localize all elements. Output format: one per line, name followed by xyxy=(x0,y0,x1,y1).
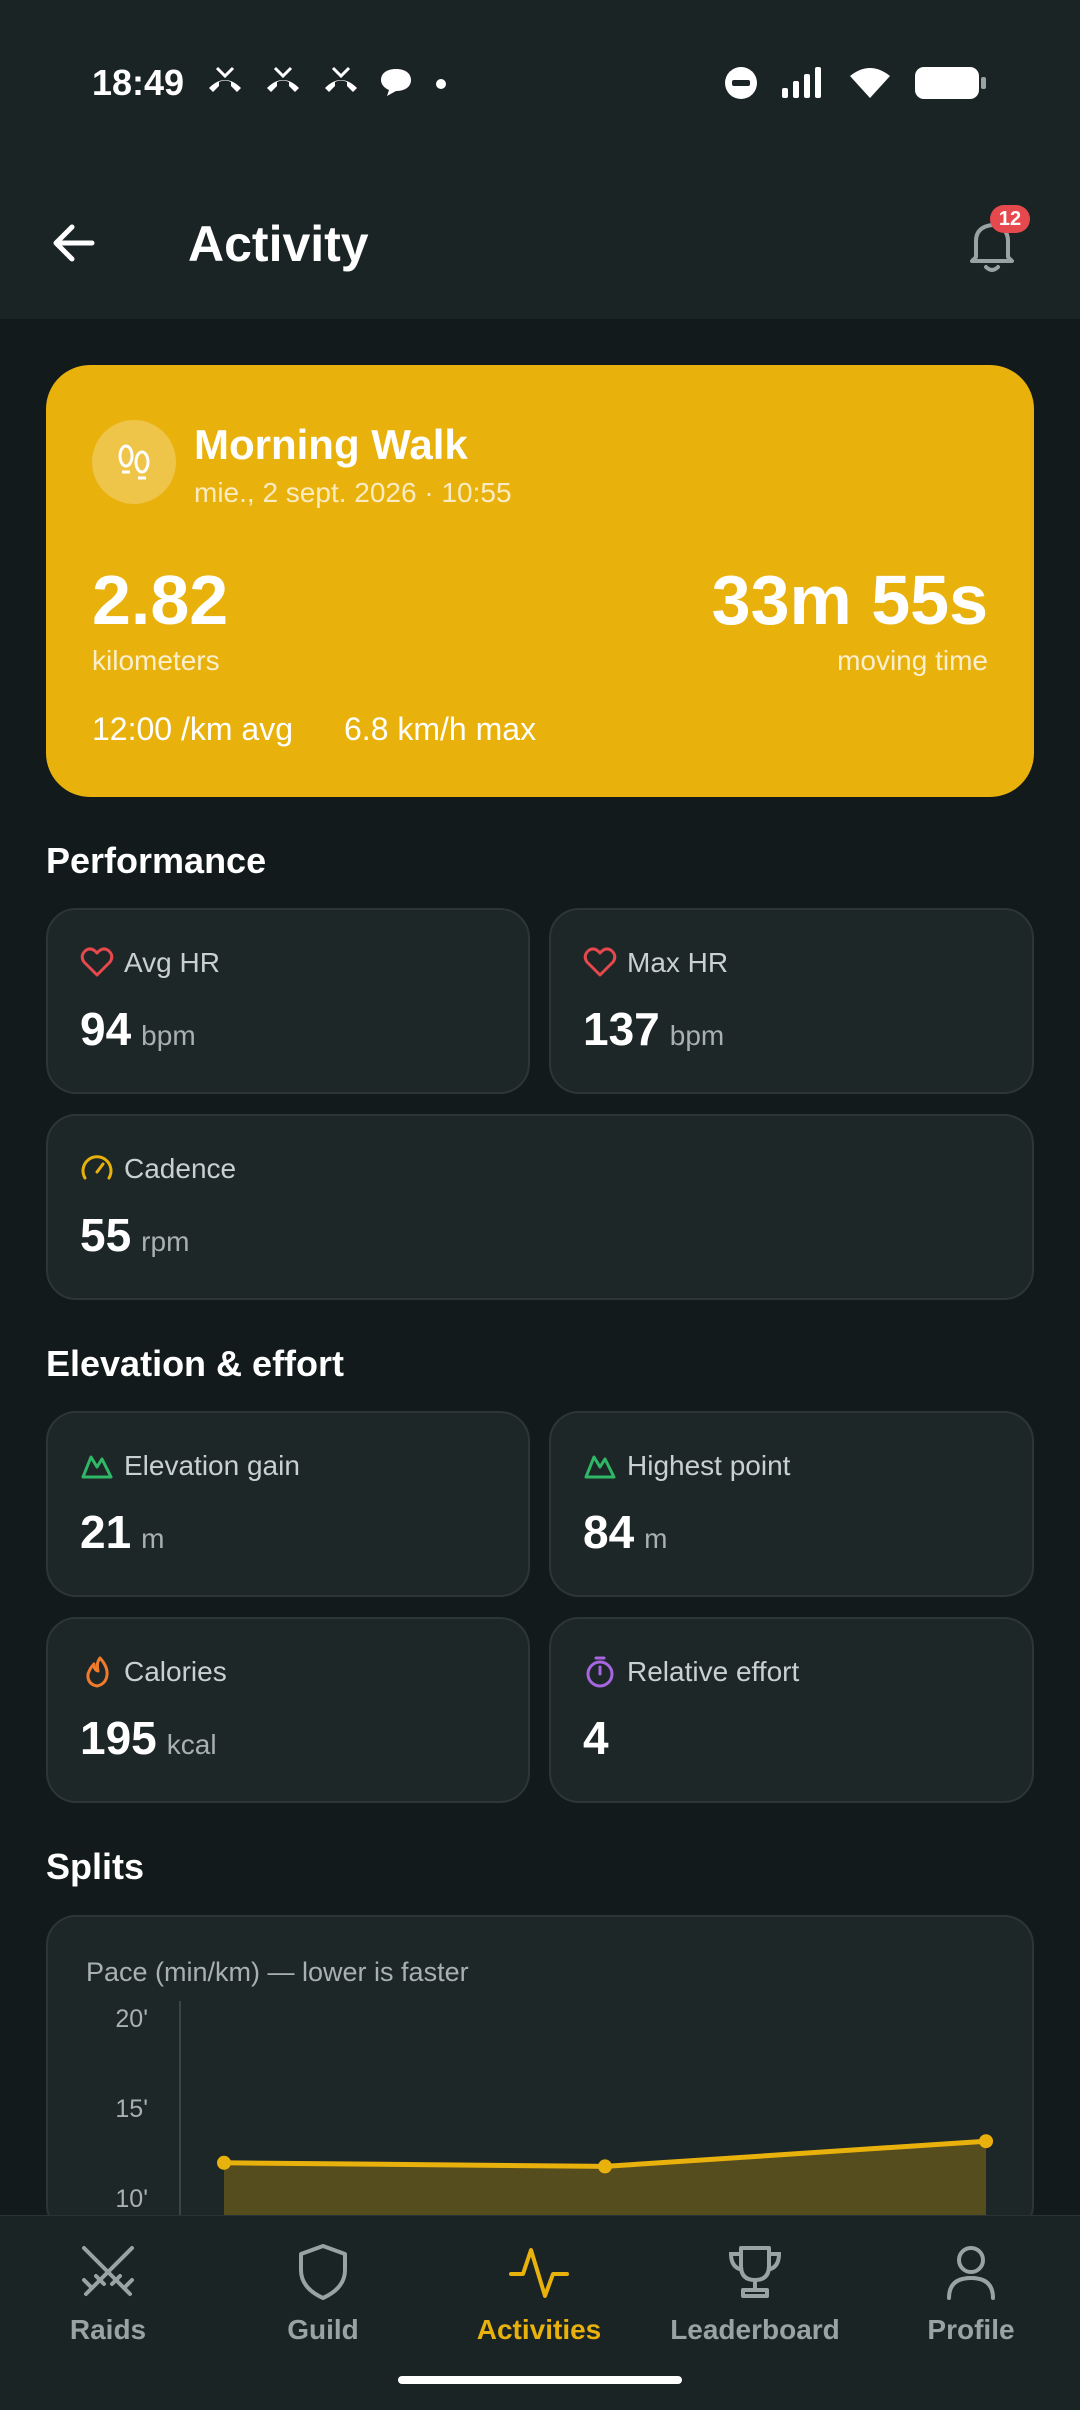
stat-label: Highest point xyxy=(627,1450,791,1481)
section-title-performance: Performance xyxy=(46,840,267,881)
page-title: Activity xyxy=(188,216,369,272)
pace-chart: 20' 15' 10' xyxy=(115,2001,993,2233)
stat-label: Cadence xyxy=(124,1153,237,1184)
stat-unit: m xyxy=(141,1523,165,1554)
activity-summary-card: Morning Walk mie., 2 sept. 2026 · 10:55 … xyxy=(46,365,1034,797)
nav-label: Profile xyxy=(927,2314,1015,2345)
heart-icon xyxy=(80,947,114,977)
pace-point[interactable] xyxy=(979,2134,993,2149)
heart-icon xyxy=(583,947,617,977)
stat-value: 94 xyxy=(80,1003,132,1055)
stat-label: Relative effort xyxy=(627,1656,800,1687)
distance-value: 2.82 xyxy=(92,561,229,639)
stat-unit: kcal xyxy=(166,1729,217,1760)
shield-icon xyxy=(299,2244,347,2300)
nav-item-activities[interactable]: Activities xyxy=(439,2240,639,2346)
signal-icon xyxy=(782,67,821,98)
dot-icon xyxy=(436,79,446,89)
missed-call-icon xyxy=(267,66,299,92)
stat-label: Calories xyxy=(124,1656,227,1687)
activity-pulse-icon xyxy=(509,2248,569,2298)
stat-value: 55 xyxy=(80,1209,132,1261)
activity-date: mie., 2 sept. 2026 · 10:55 xyxy=(194,477,512,508)
splits-chart-card: Pace (min/km) — lower is faster 20' 15' 10… xyxy=(46,1915,1034,2235)
home-indicator[interactable] xyxy=(398,2376,682,2384)
app-header: Activity 12 xyxy=(0,175,1080,319)
stat-unit: bpm xyxy=(669,1020,725,1051)
stat-card-max-hr: Max HR 137 bpm xyxy=(549,908,1034,1094)
stat-card-avg-hr: Avg HR 94 bpm xyxy=(46,908,530,1094)
stat-value: 137 xyxy=(583,1003,660,1055)
pace-point[interactable] xyxy=(217,2155,231,2170)
y-tick-label: 10' xyxy=(115,2185,148,2213)
stat-value: 195 xyxy=(80,1712,157,1764)
trophy-icon xyxy=(728,2246,782,2298)
back-button[interactable] xyxy=(46,215,102,271)
stat-card-elevation-gain: Elevation gain 21 m xyxy=(46,1411,530,1597)
stat-unit: bpm xyxy=(141,1020,196,1051)
stat-label: Avg HR xyxy=(124,947,220,978)
flame-icon xyxy=(86,1656,109,1688)
stat-unit: m xyxy=(644,1523,668,1554)
stat-value: 21 xyxy=(80,1506,132,1558)
y-tick-label: 20' xyxy=(115,2005,148,2033)
nav-item-leaderboard[interactable]: Leaderboard xyxy=(655,2240,855,2346)
avg-pace: 12:00 /km avg xyxy=(92,711,293,747)
gauge-icon xyxy=(81,1155,113,1180)
y-tick-label: 15' xyxy=(115,2095,148,2123)
do-not-disturb-icon xyxy=(725,67,757,99)
battery-icon xyxy=(915,67,986,99)
stopwatch-icon xyxy=(586,1656,614,1688)
stat-value: 84 xyxy=(583,1506,635,1558)
mountain-icon xyxy=(584,1455,616,1479)
chat-bubble-icon xyxy=(381,69,411,96)
status-bar: 18:49 xyxy=(0,0,1080,175)
stat-unit: rpm xyxy=(141,1226,190,1257)
stat-card-highest-point: Highest point 84 m xyxy=(549,1411,1034,1597)
nav-item-raids[interactable]: Raids xyxy=(8,2240,208,2346)
pace-point[interactable] xyxy=(598,2159,612,2174)
person-icon xyxy=(947,2246,995,2300)
status-time: 18:49 xyxy=(92,62,185,103)
footprints-icon xyxy=(118,444,150,480)
wifi-icon xyxy=(850,68,890,98)
nav-label: Raids xyxy=(69,2314,147,2345)
moving-time-value: 33m 55s xyxy=(711,561,988,639)
stat-value: 4 xyxy=(583,1712,609,1764)
activity-type-badge xyxy=(92,420,176,504)
arrow-left-icon xyxy=(53,224,95,262)
moving-time-label: moving time xyxy=(837,645,988,676)
crossed-swords-icon xyxy=(82,2246,134,2296)
nav-item-guild[interactable]: Guild xyxy=(223,2240,423,2346)
distance-label: kilometers xyxy=(92,645,220,676)
stat-card-cadence: Cadence 55 rpm xyxy=(46,1114,1034,1300)
nav-item-profile[interactable]: Profile xyxy=(871,2240,1071,2346)
missed-call-icon xyxy=(325,66,357,92)
stat-card-calories: Calories 195 kcal xyxy=(46,1617,530,1803)
mountain-icon xyxy=(81,1455,113,1479)
section-title-elevation: Elevation & effort xyxy=(46,1343,345,1384)
nav-label: Activities xyxy=(476,2314,602,2345)
status-system-icons xyxy=(724,66,988,100)
stat-card-relative-effort: Relative effort 4 xyxy=(549,1617,1034,1803)
notification-badge: 12 xyxy=(990,205,1030,233)
status-notifications xyxy=(205,66,451,98)
section-title-splits: Splits xyxy=(46,1846,145,1887)
missed-call-icon xyxy=(209,66,241,92)
max-speed: 6.8 km/h max xyxy=(344,711,537,747)
activity-title: Morning Walk xyxy=(194,421,468,468)
nav-label: Leaderboard xyxy=(670,2314,840,2345)
nav-label: Guild xyxy=(287,2314,359,2345)
stat-label: Elevation gain xyxy=(124,1450,300,1481)
stat-label: Max HR xyxy=(627,947,729,978)
